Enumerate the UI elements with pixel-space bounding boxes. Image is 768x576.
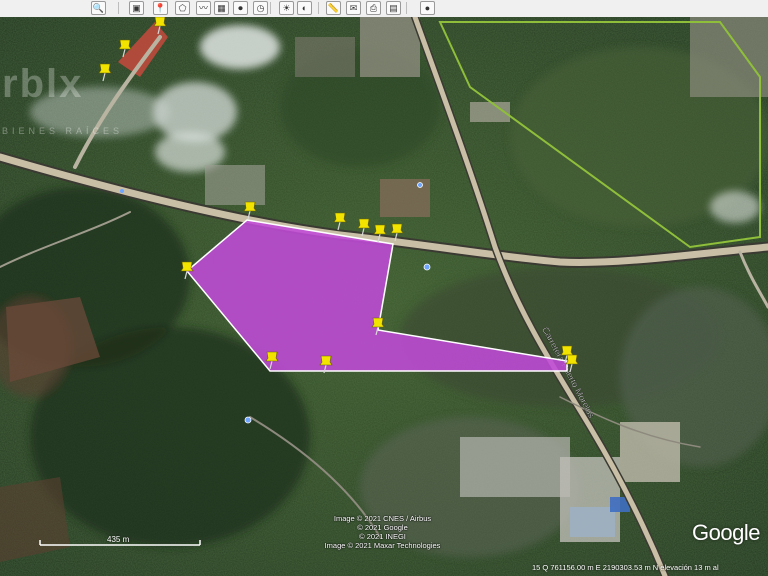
print-icon[interactable]: ⎙ bbox=[366, 1, 381, 15]
toolbar-separator bbox=[270, 2, 271, 14]
satellite-map[interactable]: Carretera Puerto Morelos bbox=[0, 17, 768, 576]
polygon-tool-icon[interactable]: ⬠ bbox=[175, 1, 190, 15]
earth-toolbar: 🔍 ▣ 📍 ⬠ 〰 ▦ ⏺ ◷ ☀ ◐ 📏 ✉ ⎙ ▤ ● bbox=[0, 0, 768, 18]
attribution-line: © 2021 Google bbox=[357, 523, 408, 532]
image-overlay-icon[interactable]: ▦ bbox=[214, 1, 229, 15]
search-tool-icon[interactable]: 🔍 bbox=[91, 1, 106, 15]
agency-watermark-subtext: BIENES RAÍCES bbox=[2, 126, 124, 136]
imagery-attribution: Image © 2021 CNES / Airbus © 2021 Google ©… bbox=[310, 514, 455, 550]
toolbar-separator bbox=[318, 2, 319, 14]
attribution-line: © 2021 INEGI bbox=[359, 532, 406, 541]
attribution-line: Image © 2021 CNES / Airbus bbox=[333, 514, 432, 523]
planets-icon[interactable]: ◐ bbox=[297, 1, 312, 15]
poi-dot[interactable] bbox=[244, 416, 252, 424]
attribution-line: Image © 2021 Maxar Technologies bbox=[324, 541, 441, 550]
historical-imagery-icon[interactable]: ◷ bbox=[253, 1, 268, 15]
cleared-field-2 bbox=[0, 477, 70, 562]
poi-dot[interactable] bbox=[423, 263, 431, 271]
ruler-icon[interactable]: 📏 bbox=[326, 1, 341, 15]
save-image-icon[interactable]: ▤ bbox=[386, 1, 401, 15]
google-logo: Google bbox=[692, 520, 760, 545]
toolbar-separator bbox=[118, 2, 119, 14]
placemark-icon[interactable]: 📍 bbox=[153, 1, 168, 15]
sidebar-toggle-icon[interactable]: ▣ bbox=[129, 1, 144, 15]
email-icon[interactable]: ✉ bbox=[346, 1, 361, 15]
coordinate-readout: 15 Q 761156.00 m E 2190303.53 m N elevac… bbox=[532, 563, 719, 572]
sunlight-icon[interactable]: ☀ bbox=[279, 1, 294, 15]
poi-dot[interactable] bbox=[417, 182, 423, 188]
toolbar-separator bbox=[406, 2, 407, 14]
agency-watermark: rblx bbox=[2, 62, 84, 106]
path-tool-icon[interactable]: 〰 bbox=[196, 1, 211, 15]
record-tour-icon[interactable]: ⏺ bbox=[233, 1, 248, 15]
poi-dot[interactable] bbox=[120, 189, 124, 193]
view-in-maps-icon[interactable]: ● bbox=[420, 1, 435, 15]
scale-label: 435 m bbox=[107, 535, 130, 544]
